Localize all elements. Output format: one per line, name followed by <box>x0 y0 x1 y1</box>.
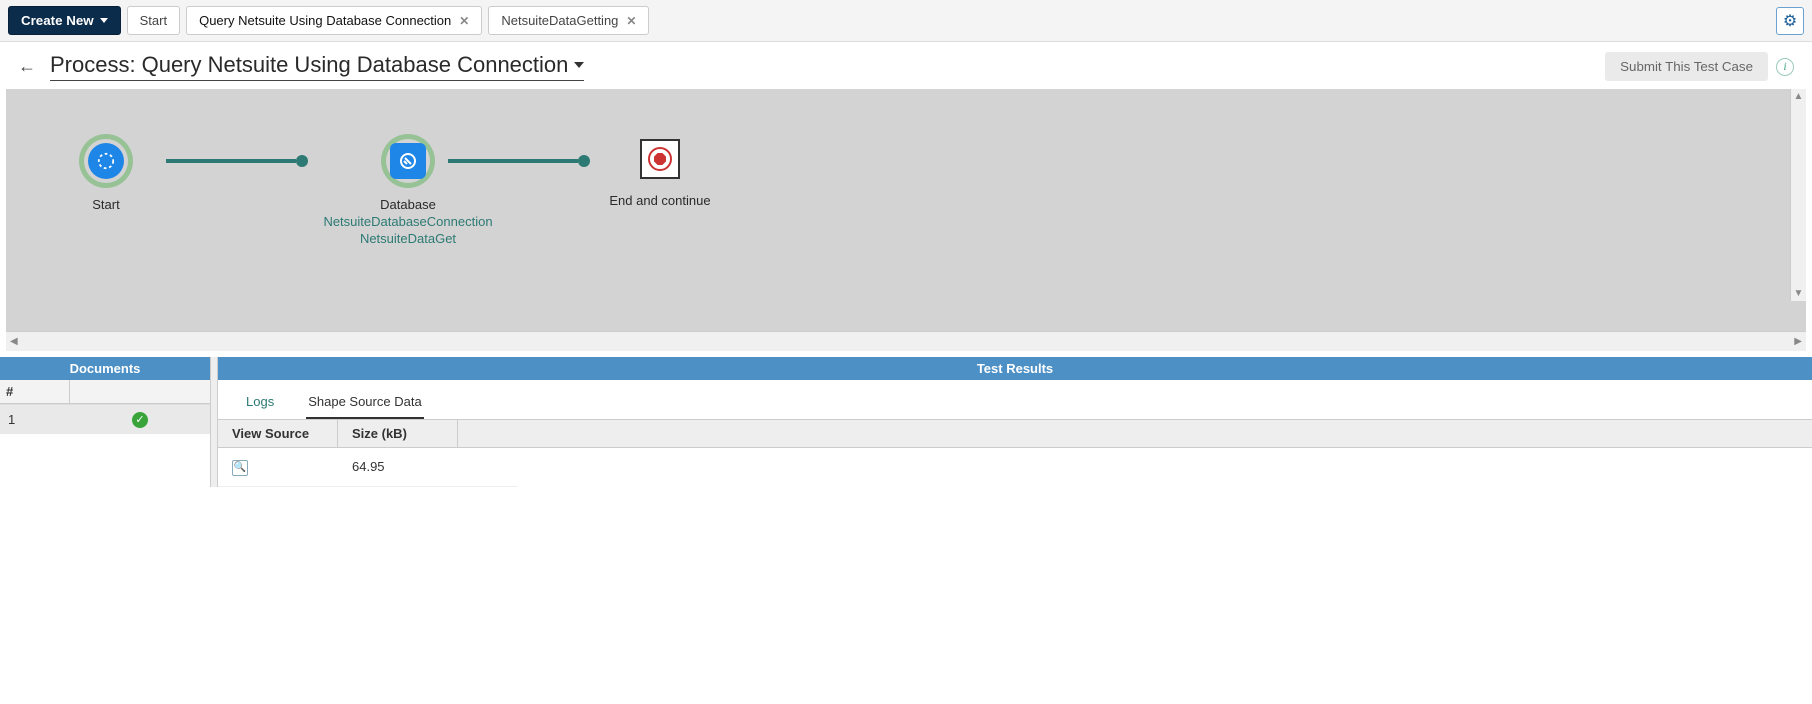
info-icon[interactable]: i <box>1776 58 1794 76</box>
scroll-left-icon[interactable]: ◀ <box>10 336 18 347</box>
start-icon <box>88 143 124 179</box>
node-sub: NetsuiteDataGet <box>360 231 456 246</box>
document-row[interactable]: 1 ✓ <box>0 404 210 434</box>
subtab-logs[interactable]: Logs <box>244 388 276 419</box>
horizontal-scrollbar[interactable]: ◀ ▶ <box>6 331 1806 351</box>
tab-netsuitedatagetting[interactable]: NetsuiteDataGetting ✕ <box>488 6 649 35</box>
documents-col-num: # <box>0 380 70 403</box>
stop-icon <box>648 147 672 171</box>
node-label: Database <box>380 197 436 212</box>
node-end[interactable]: End and continue <box>590 139 730 208</box>
node-label: Start <box>92 197 119 212</box>
node-label: End and continue <box>609 193 710 208</box>
connector-dot <box>296 155 308 167</box>
create-new-label: Create New <box>21 13 94 28</box>
tab-label: NetsuiteDataGetting <box>501 13 618 28</box>
panel-divider[interactable] <box>210 357 218 487</box>
document-index: 1 <box>0 412 70 427</box>
source-size: 64.95 <box>352 459 472 474</box>
node-sub: NetsuiteDatabaseConnection <box>323 214 492 229</box>
connector-dot <box>578 155 590 167</box>
tab-label: Start <box>140 13 167 28</box>
create-new-button[interactable]: Create New <box>8 6 121 35</box>
subtab-label: Logs <box>246 394 274 409</box>
connector <box>166 159 296 163</box>
subtab-label: Shape Source Data <box>308 394 421 409</box>
close-icon[interactable]: ✕ <box>626 14 636 28</box>
connector <box>448 159 578 163</box>
source-row[interactable]: 🔍 64.95 <box>218 448 518 487</box>
tab-label: Query Netsuite Using Database Connection <box>199 13 451 28</box>
process-canvas[interactable]: Start Database NetsuiteDatabaseConnectio… <box>6 89 1806 331</box>
status-ok-icon: ✓ <box>132 412 148 428</box>
node-start[interactable]: Start <box>46 139 166 212</box>
documents-header: Documents <box>0 357 210 380</box>
results-header: Test Results <box>218 357 1812 380</box>
col-view-source: View Source <box>218 420 338 447</box>
vertical-scrollbar[interactable]: ▲ ▼ <box>1790 89 1806 301</box>
back-arrow-icon[interactable]: ← <box>18 56 36 77</box>
close-icon[interactable]: ✕ <box>459 14 469 28</box>
database-icon <box>390 143 426 179</box>
scroll-down-icon[interactable]: ▼ <box>1791 286 1806 301</box>
scroll-up-icon[interactable]: ▲ <box>1791 89 1806 104</box>
scroll-right-icon[interactable]: ▶ <box>1794 336 1802 347</box>
title-text: Query Netsuite Using Database Connection <box>142 52 569 78</box>
tab-start[interactable]: Start <box>127 6 180 35</box>
tab-query-netsuite[interactable]: Query Netsuite Using Database Connection… <box>186 6 482 35</box>
col-size: Size (kB) <box>338 420 458 447</box>
title-prefix: Process: <box>50 52 136 78</box>
caret-down-icon <box>100 18 108 23</box>
documents-col-status <box>70 380 210 403</box>
submit-test-case-button[interactable]: Submit This Test Case <box>1605 52 1768 81</box>
subtab-shape-source-data[interactable]: Shape Source Data <box>306 388 423 419</box>
process-title-dropdown[interactable]: Process: Query Netsuite Using Database C… <box>50 52 584 81</box>
caret-down-icon <box>574 62 584 68</box>
submit-label: Submit This Test Case <box>1620 59 1753 74</box>
settings-gear-button[interactable]: ⚙ <box>1776 7 1804 35</box>
gear-icon: ⚙ <box>1783 11 1797 31</box>
view-source-icon[interactable]: 🔍 <box>232 460 248 476</box>
node-database[interactable]: Database NetsuiteDatabaseConnection Nets… <box>308 139 508 246</box>
